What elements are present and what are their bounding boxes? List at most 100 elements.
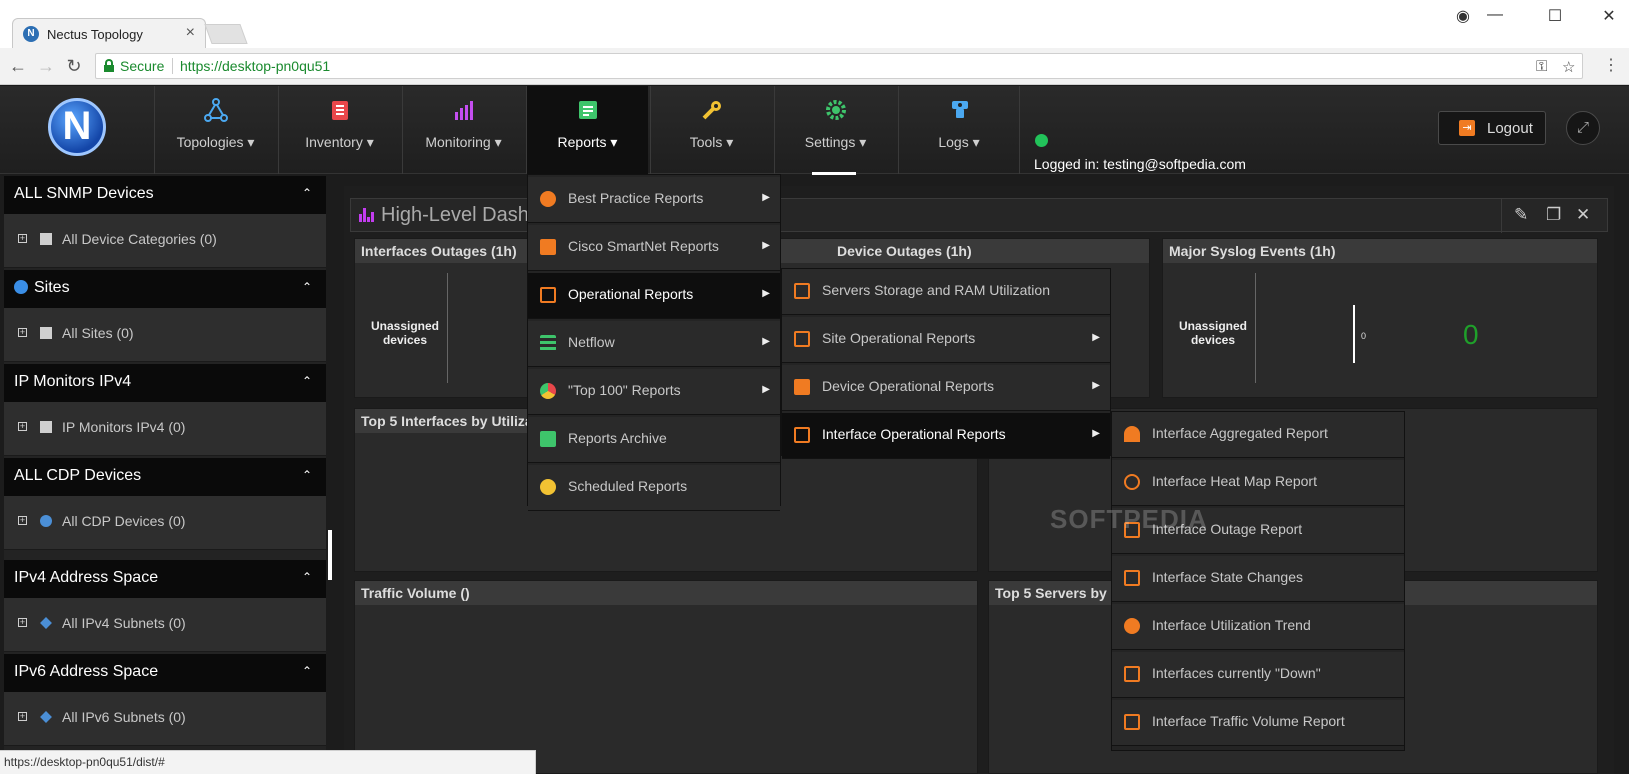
bookmark-star-icon[interactable]: ☆ <box>1562 58 1575 76</box>
menu-item-reports-archive[interactable]: Reports Archive <box>528 417 780 463</box>
browser-addressbar: ← → ↻ Secure https://desktop-pn0qu51 ⚿ ☆… <box>0 48 1629 85</box>
new-tab-button[interactable] <box>204 24 248 44</box>
swap-icon <box>1124 570 1140 586</box>
reload-icon[interactable]: ↻ <box>64 56 84 77</box>
sidebar-header-ip-monitors[interactable]: IP Monitors IPv4 ⌃ <box>4 364 326 402</box>
expand-plus-icon[interactable]: + <box>18 422 27 431</box>
sidebar-header-label: ALL CDP Devices <box>14 467 142 484</box>
menu-item-interfaces-down[interactable]: Interfaces currently "Down" <box>1112 652 1404 698</box>
widget-traffic-volume: Traffic Volume () <box>354 580 978 774</box>
nav-label-monitoring: Monitoring ▾ <box>425 134 502 150</box>
menu-item-interface-operational[interactable]: Interface Operational Reports ▶ <box>782 413 1110 459</box>
menu-item-label: Best Practice Reports <box>568 190 704 206</box>
forward-icon[interactable]: → <box>36 56 56 77</box>
logout-button[interactable]: ⇥ Logout <box>1438 111 1546 145</box>
nav-reports[interactable]: Reports ▾ <box>526 86 648 174</box>
nav-label-tools: Tools ▾ <box>689 134 734 150</box>
expand-plus-icon[interactable]: + <box>18 234 27 243</box>
menu-item-site-operational[interactable]: Site Operational Reports ▶ <box>782 317 1110 363</box>
collapse-chevron-icon[interactable]: ⌃ <box>302 280 312 294</box>
menu-item-interface-heatmap[interactable]: Interface Heat Map Report <box>1112 460 1404 506</box>
url-separator <box>172 58 173 74</box>
sidebar-header-ipv6[interactable]: IPv6 Address Space ⌃ <box>4 654 326 692</box>
status-url: https://desktop-pn0qu51/dist/# <box>4 755 165 769</box>
close-window-button[interactable]: ✕ <box>1594 6 1624 26</box>
attach-icon[interactable]: ✎ <box>1514 205 1528 225</box>
tab-close-icon[interactable]: × <box>186 24 195 42</box>
chart-axis-line <box>1255 273 1256 383</box>
tools-icon <box>702 101 721 120</box>
archive-icon <box>540 431 556 447</box>
menu-item-interface-aggregated[interactable]: Interface Aggregated Report <box>1112 412 1404 458</box>
browser-menu-icon[interactable]: ⋮ <box>1603 55 1619 75</box>
menu-item-operational[interactable]: Operational Reports ▶ <box>528 273 780 319</box>
sidebar-scrollbar[interactable] <box>328 530 332 580</box>
nav-settings[interactable]: Settings ▾ <box>774 86 896 174</box>
interface-submenu: Interface Aggregated Report Interface He… <box>1111 411 1405 751</box>
nav-topologies[interactable]: Topologies ▾ <box>154 86 276 174</box>
nav-logs[interactable]: Logs ▾ <box>898 86 1020 174</box>
collapse-chevron-icon[interactable]: ⌃ <box>302 468 312 482</box>
logout-icon: ⇥ <box>1459 120 1475 136</box>
back-icon[interactable]: ← <box>8 56 28 77</box>
tab-title: Nectus Topology <box>47 27 143 42</box>
profile-icon[interactable]: ◉ <box>1448 6 1478 26</box>
menu-item-netflow[interactable]: Netflow ▶ <box>528 321 780 367</box>
menu-item-device-operational[interactable]: Device Operational Reports ▶ <box>782 365 1110 411</box>
sidebar-header-sites[interactable]: Sites ⌃ <box>4 270 326 308</box>
url-text: https://desktop-pn0qu51 <box>180 58 331 74</box>
collapse-chevron-icon[interactable]: ⌃ <box>302 664 312 678</box>
sidebar-item-ipv4[interactable]: + All IPv4 Subnets (0) <box>4 598 326 652</box>
nav-inventory[interactable]: Inventory ▾ <box>278 86 400 174</box>
traffic-chart-icon <box>1124 714 1140 730</box>
topology-icon <box>204 98 228 122</box>
expand-plus-icon[interactable]: + <box>18 618 27 627</box>
lock-icon <box>104 59 114 72</box>
secure-label: Secure <box>120 58 165 74</box>
close-dashboard-icon[interactable]: ✕ <box>1576 205 1590 225</box>
unassigned-devices-label: Unassigned devices <box>1178 319 1247 347</box>
menu-item-scheduled[interactable]: Scheduled Reports <box>528 465 780 511</box>
sidebar-item-ip-monitors[interactable]: + IP Monitors IPv4 (0) <box>4 402 326 456</box>
sidebar-header-label: Sites <box>14 279 70 297</box>
restore-icon[interactable]: ❐ <box>1546 205 1561 225</box>
collapse-chevron-icon[interactable]: ⌃ <box>302 186 312 200</box>
nav-monitoring[interactable]: Monitoring ▾ <box>402 86 524 174</box>
menu-item-interface-utilization[interactable]: Interface Utilization Trend <box>1112 604 1404 650</box>
menu-item-best-practice[interactable]: Best Practice Reports ▶ <box>528 177 780 223</box>
syslog-bar-axis <box>1353 305 1355 363</box>
expand-plus-icon[interactable]: + <box>18 328 27 337</box>
dashboard-tools: ✎ ❐ ✕ <box>1501 199 1609 233</box>
sidebar-item-label: All IPv4 Subnets (0) <box>62 615 186 631</box>
collapse-chevron-icon[interactable]: ⌃ <box>302 570 312 584</box>
menu-item-label: Scheduled Reports <box>568 478 688 494</box>
menu-item-top100[interactable]: "Top 100" Reports ▶ <box>528 369 780 415</box>
sidebar-header-snmp[interactable]: ALL SNMP Devices ⌃ <box>4 176 326 214</box>
minimize-button[interactable]: — <box>1480 6 1510 26</box>
sidebar-item-ipv6[interactable]: + All IPv6 Subnets (0) <box>4 692 326 746</box>
nectus-logo[interactable]: N <box>48 98 106 156</box>
nav-tools[interactable]: Tools ▾ <box>650 86 772 174</box>
fullscreen-icon[interactable]: ⤢ <box>1566 111 1600 145</box>
url-field[interactable]: Secure https://desktop-pn0qu51 ⚿ ☆ <box>95 53 1583 79</box>
submenu-arrow-icon: ▶ <box>762 336 770 347</box>
maximize-button[interactable]: ☐ <box>1540 6 1570 26</box>
expand-plus-icon[interactable]: + <box>18 516 27 525</box>
menu-item-cisco-smartnet[interactable]: Cisco SmartNet Reports ▶ <box>528 225 780 271</box>
submenu-arrow-icon: ▶ <box>762 192 770 203</box>
menu-item-interface-state[interactable]: Interface State Changes <box>1112 556 1404 602</box>
menu-item-interface-traffic[interactable]: Interface Traffic Volume Report <box>1112 700 1404 746</box>
menu-item-servers-storage[interactable]: Servers Storage and RAM Utilization <box>782 269 1110 315</box>
menu-item-label: Interface Traffic Volume Report <box>1152 713 1345 729</box>
submenu-arrow-icon: ▶ <box>762 384 770 395</box>
collapse-chevron-icon[interactable]: ⌃ <box>302 374 312 388</box>
sidebar-item-device-categories[interactable]: + All Device Categories (0) <box>4 214 326 268</box>
expand-plus-icon[interactable]: + <box>18 712 27 721</box>
key-icon[interactable]: ⚿ <box>1536 58 1547 75</box>
sidebar-header-cdp[interactable]: ALL CDP Devices ⌃ <box>4 458 326 496</box>
sidebar-item-sites[interactable]: + All Sites (0) <box>4 308 326 362</box>
submenu-arrow-icon: ▶ <box>1092 380 1100 391</box>
sidebar-item-cdp[interactable]: + All CDP Devices (0) <box>4 496 326 550</box>
browser-tab[interactable]: N Nectus Topology × <box>12 18 206 48</box>
sidebar-header-ipv4[interactable]: IPv4 Address Space ⌃ <box>4 560 326 598</box>
